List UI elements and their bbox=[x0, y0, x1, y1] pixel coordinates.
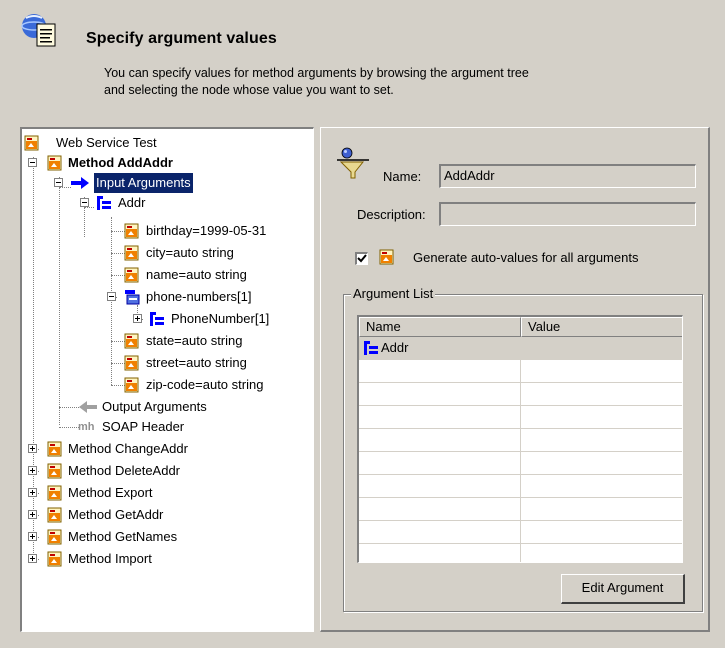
page-description-line2: and selecting the node whose value you w… bbox=[104, 83, 394, 97]
column-header-name[interactable]: Name bbox=[359, 317, 521, 337]
edit-argument-button[interactable]: Edit Argument bbox=[561, 574, 685, 604]
page-title: Specify argument values bbox=[86, 30, 277, 47]
tree-connector bbox=[111, 231, 125, 232]
table-row bbox=[359, 498, 682, 521]
tree-node-label: street=auto string bbox=[146, 355, 247, 370]
table-row bbox=[359, 383, 682, 406]
expand-icon[interactable] bbox=[28, 510, 37, 519]
expand-icon[interactable] bbox=[28, 444, 37, 453]
method-document-icon bbox=[47, 485, 62, 501]
argument-details-panel: Name: AddAddr Description: Generate auto… bbox=[320, 127, 710, 632]
tree-connector bbox=[111, 253, 125, 254]
tree-node-label: state=auto string bbox=[146, 333, 243, 348]
argument-list-label: Argument List bbox=[351, 286, 436, 301]
tree-node-label: phone-numbers[1] bbox=[146, 289, 252, 304]
tree-node-label: Web Service Test bbox=[56, 135, 157, 150]
service-document-icon bbox=[24, 135, 39, 151]
tree-node-label: Method Import bbox=[68, 551, 152, 566]
table-row bbox=[359, 475, 682, 498]
tree-connector bbox=[59, 407, 79, 408]
tree-connector bbox=[84, 207, 94, 208]
generate-auto-values-label: Generate auto-values for all arguments bbox=[413, 250, 639, 265]
tree-node-label: city=auto string bbox=[146, 245, 234, 260]
collapse-icon[interactable] bbox=[28, 158, 37, 167]
tree-node-label: Method AddAddr bbox=[68, 155, 173, 170]
tree-node-label: PhoneNumber[1] bbox=[171, 311, 270, 326]
table-row[interactable]: Addr bbox=[359, 337, 682, 360]
expand-icon[interactable] bbox=[28, 466, 37, 475]
tree-node-label: Method GetNames bbox=[68, 529, 178, 544]
tree-connector bbox=[59, 427, 79, 428]
generate-auto-values-checkbox[interactable] bbox=[355, 252, 368, 265]
expand-icon[interactable] bbox=[28, 532, 37, 541]
value-document-icon bbox=[124, 267, 139, 283]
column-divider bbox=[520, 337, 521, 562]
expand-icon[interactable] bbox=[28, 488, 37, 497]
table-cell-name: Addr bbox=[381, 340, 409, 355]
tree-connector bbox=[111, 275, 125, 276]
expand-icon[interactable] bbox=[133, 314, 142, 323]
method-document-icon bbox=[47, 463, 62, 479]
arrow-right-icon bbox=[71, 177, 89, 189]
method-funnel-icon bbox=[337, 147, 369, 179]
web-service-document-icon bbox=[21, 14, 56, 47]
collapse-icon[interactable] bbox=[54, 178, 63, 187]
tree-connector bbox=[111, 341, 125, 342]
page-description-line1: You can specify values for method argume… bbox=[104, 66, 529, 80]
tree-node-label: name=auto string bbox=[146, 267, 247, 282]
table-row bbox=[359, 521, 682, 544]
value-document-icon bbox=[124, 377, 139, 393]
checkmark-icon bbox=[357, 254, 367, 263]
tree-connector bbox=[111, 217, 112, 385]
method-document-icon bbox=[47, 441, 62, 457]
method-document-icon bbox=[47, 155, 62, 171]
method-document-icon bbox=[47, 529, 62, 545]
tree-node-label: Method Export bbox=[68, 485, 153, 500]
expand-icon[interactable] bbox=[28, 554, 37, 563]
struct-icon bbox=[97, 196, 111, 210]
table-row bbox=[359, 452, 682, 475]
tree-node-label: zip-code=auto string bbox=[146, 377, 264, 392]
wizard-header: Specify argument values You can specify … bbox=[0, 0, 725, 115]
auto-value-document-icon bbox=[379, 249, 394, 265]
argument-table[interactable]: Name Value Addr bbox=[357, 315, 683, 563]
value-document-icon bbox=[124, 245, 139, 261]
tree-node-label: Method DeleteAddr bbox=[68, 463, 181, 478]
description-label: Description: bbox=[357, 207, 426, 222]
soap-header-icon: mh bbox=[78, 421, 95, 433]
value-document-icon bbox=[124, 333, 139, 349]
tree-node-label: Addr bbox=[118, 195, 146, 210]
tree-node-label: Method GetAddr bbox=[68, 507, 164, 522]
column-header-value[interactable]: Value bbox=[521, 317, 682, 337]
tree-node-label: Output Arguments bbox=[102, 399, 207, 414]
collapse-icon[interactable] bbox=[80, 198, 89, 207]
name-label: Name: bbox=[383, 169, 422, 184]
tree-connector bbox=[111, 385, 125, 386]
method-document-icon bbox=[47, 551, 62, 567]
collapse-icon[interactable] bbox=[107, 292, 116, 301]
value-document-icon bbox=[124, 223, 139, 239]
table-row bbox=[359, 429, 682, 452]
table-row bbox=[359, 406, 682, 429]
argument-tree[interactable]: Web Service Test Method AddAddr Input Ar… bbox=[20, 127, 314, 632]
struct-icon bbox=[150, 312, 164, 326]
tree-node-label: birthday=1999-05-31 bbox=[146, 223, 267, 238]
tree-node-label: Input Arguments bbox=[94, 173, 193, 193]
tree-node-label: SOAP Header bbox=[102, 419, 185, 434]
tree-node-label: Method ChangeAddr bbox=[68, 441, 188, 456]
table-row bbox=[359, 544, 682, 562]
struct-icon bbox=[364, 341, 378, 355]
value-document-icon bbox=[124, 355, 139, 371]
tree-connector bbox=[59, 177, 60, 425]
name-field: AddAddr bbox=[439, 164, 696, 188]
arrow-left-icon bbox=[79, 401, 97, 413]
method-document-icon bbox=[47, 507, 62, 523]
description-field[interactable] bbox=[439, 202, 696, 226]
tree-connector bbox=[33, 157, 34, 561]
array-icon bbox=[125, 290, 140, 305]
table-row bbox=[359, 360, 682, 383]
tree-connector bbox=[111, 363, 125, 364]
